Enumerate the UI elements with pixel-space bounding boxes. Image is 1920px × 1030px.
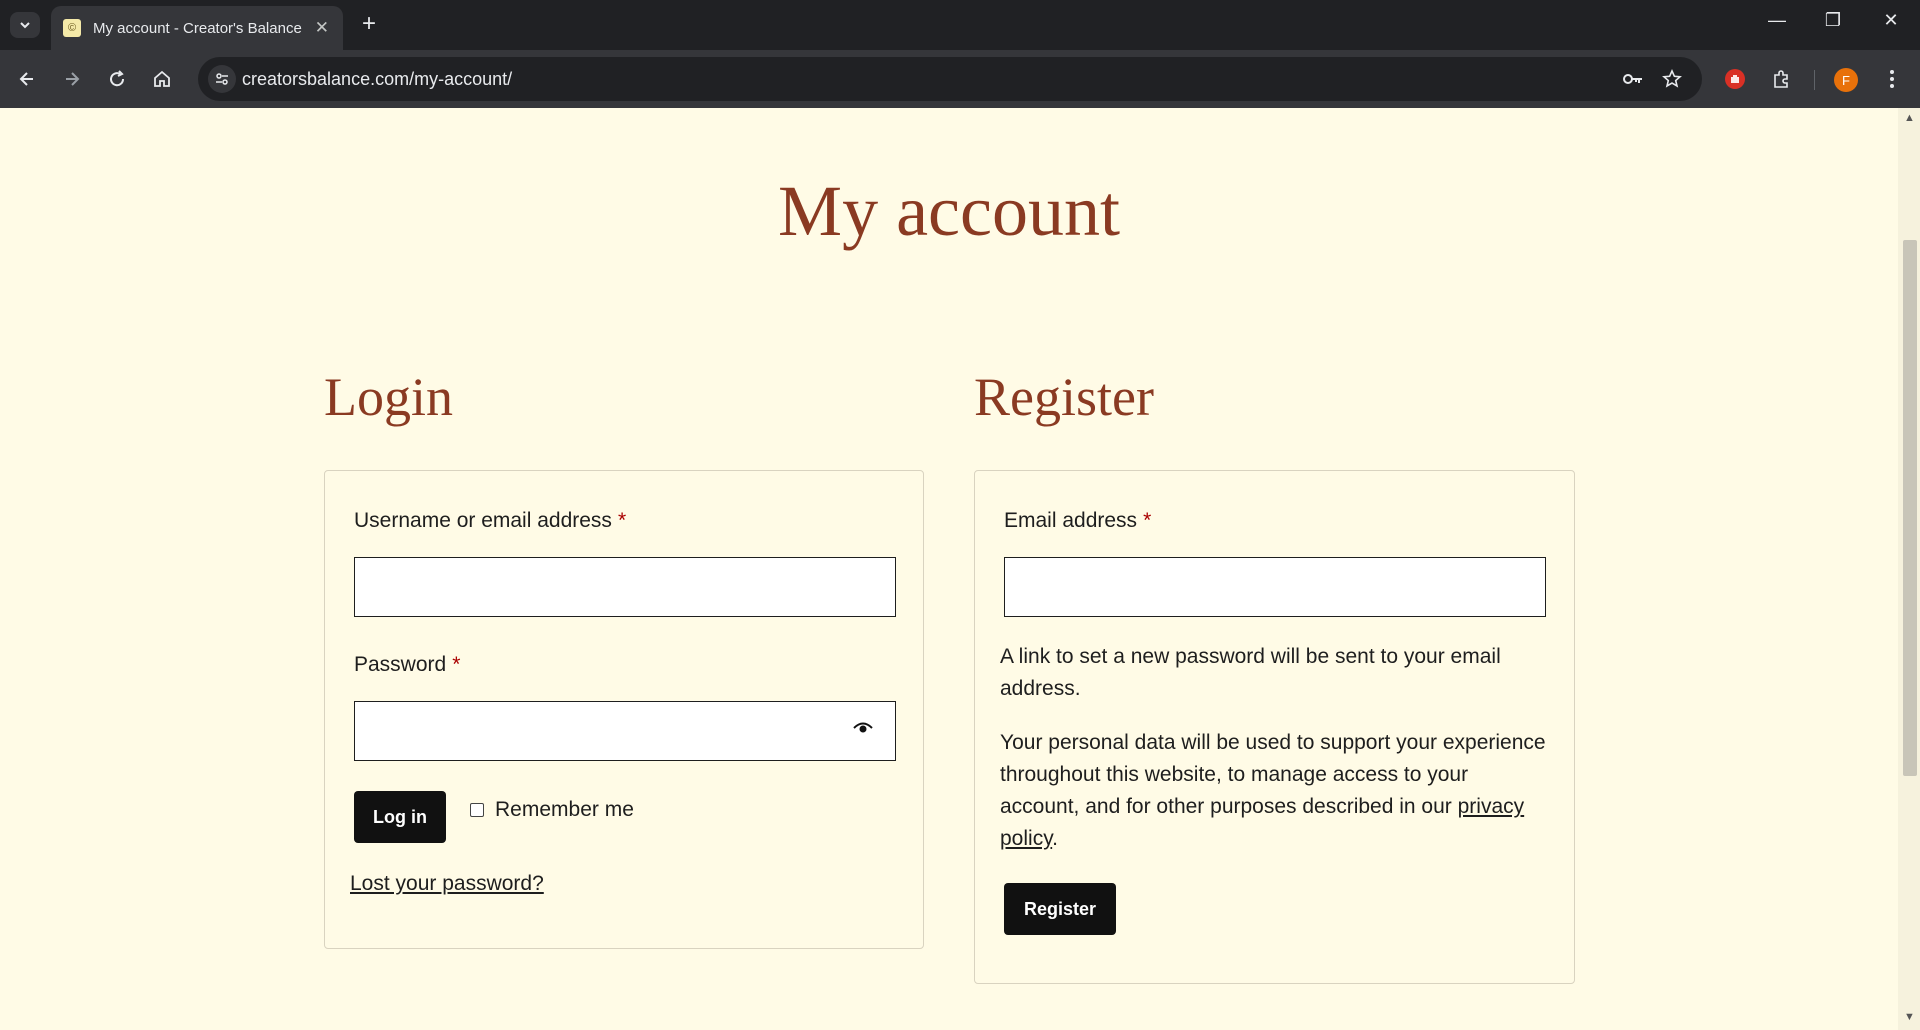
register-form-card: Email address * A link to set a new passw… <box>974 470 1575 984</box>
site-favicon-icon: © <box>63 19 81 37</box>
register-heading: Register <box>974 367 1154 427</box>
close-window-icon[interactable]: ✕ <box>1876 10 1906 31</box>
email-input[interactable] <box>1004 557 1546 617</box>
restore-icon[interactable]: ❐ <box>1818 10 1848 31</box>
tab-title: My account - Creator's Balance <box>93 19 302 37</box>
password-link-info: A link to set a new password will be sen… <box>1000 645 1501 700</box>
chevron-down-icon <box>20 22 30 29</box>
remember-me-label[interactable]: Remember me <box>495 798 634 822</box>
address-bar[interactable]: creatorsbalance.com/my-account/ <box>198 57 1702 101</box>
back-icon[interactable] <box>12 64 42 94</box>
new-tab-icon[interactable]: + <box>354 10 384 38</box>
password-key-icon[interactable] <box>1620 66 1646 92</box>
toolbar-divider <box>1814 70 1815 90</box>
browser-toolbar: creatorsbalance.com/my-account/ <box>0 50 1920 108</box>
lost-password-link[interactable]: Lost your password? <box>350 872 544 896</box>
privacy-notice: Your personal data will be used to suppo… <box>1000 731 1546 850</box>
profile-avatar[interactable]: F <box>1834 68 1858 92</box>
username-label: Username or email address * <box>354 509 627 532</box>
tab-close-icon[interactable]: ✕ <box>315 18 329 38</box>
minimize-icon[interactable]: — <box>1762 10 1792 31</box>
login-form-card: Username or email address * Password * Log… <box>324 470 924 949</box>
remember-me-checkbox[interactable] <box>470 803 484 817</box>
browser-tab-active[interactable]: © My account - Creator's Balance ✕ <box>51 6 343 50</box>
scroll-up-arrow-icon[interactable]: ▲ <box>1904 112 1915 124</box>
required-mark: * <box>1143 509 1152 532</box>
browser-menu-icon[interactable] <box>1877 64 1907 94</box>
bookmark-star-icon[interactable] <box>1659 66 1685 92</box>
url-text[interactable]: creatorsbalance.com/my-account/ <box>242 69 512 90</box>
login-heading: Login <box>324 367 453 427</box>
scroll-down-arrow-icon[interactable]: ▼ <box>1904 1011 1915 1023</box>
username-input[interactable] <box>354 557 896 617</box>
site-settings-icon[interactable] <box>208 65 236 93</box>
forward-icon[interactable] <box>57 64 87 94</box>
reload-icon[interactable] <box>102 64 132 94</box>
extensions-puzzle-icon[interactable] <box>1766 64 1796 94</box>
tab-search-button[interactable] <box>10 12 40 38</box>
register-button[interactable]: Register <box>1004 883 1116 935</box>
extension-stop-icon[interactable] <box>1720 64 1750 94</box>
page-title: My account <box>778 171 1120 251</box>
scrollbar-thumb[interactable] <box>1903 240 1917 776</box>
required-mark: * <box>617 509 627 532</box>
home-icon[interactable] <box>147 64 177 94</box>
required-mark: * <box>452 653 461 676</box>
email-label: Email address * <box>1004 509 1152 532</box>
login-button[interactable]: Log in <box>354 791 446 843</box>
show-password-eye-icon[interactable] <box>853 722 873 734</box>
browser-tabstrip: © My account - Creator's Balance ✕ + — ❐… <box>0 0 1920 50</box>
password-label: Password * <box>354 653 461 676</box>
password-input[interactable] <box>354 701 896 761</box>
